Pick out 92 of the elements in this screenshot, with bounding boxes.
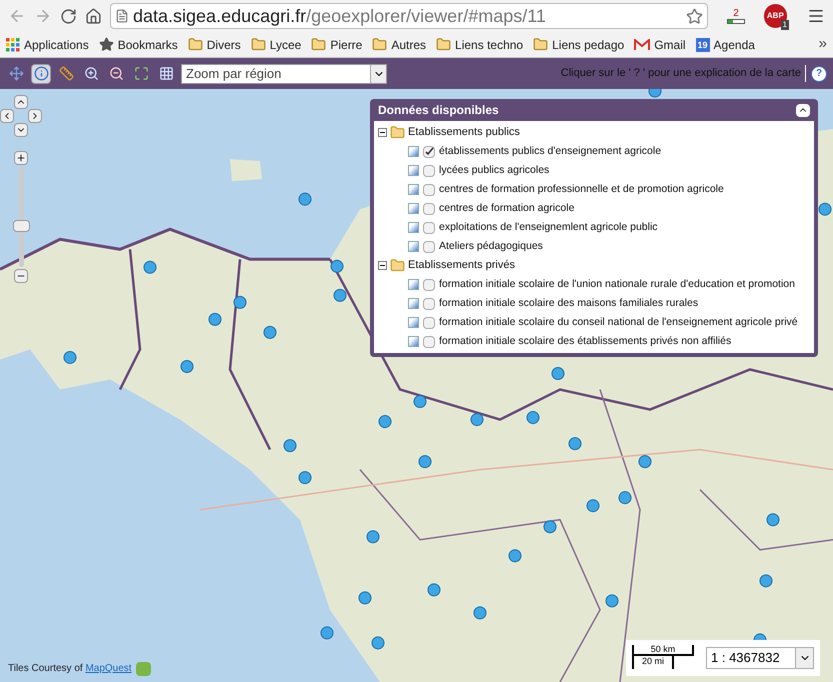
layer-label[interactable]: Ateliers pédagogiques xyxy=(439,238,543,254)
bookmark-item[interactable]: Applications xyxy=(6,36,89,54)
mail-icon xyxy=(634,38,650,50)
zoom-region-select[interactable]: Zoom par région xyxy=(181,64,387,84)
extension-button[interactable]: 2 xyxy=(724,8,748,24)
folder-icon xyxy=(188,37,203,52)
more-bookmarks-button[interactable]: » xyxy=(818,33,827,56)
layer-icon xyxy=(408,241,419,252)
scale-bar-km: 50 km xyxy=(632,645,694,656)
layer-checkbox[interactable] xyxy=(423,164,435,176)
menu-button[interactable] xyxy=(806,7,825,25)
help-hint-text: Cliquer sur le ' ? ' pour une explication de la carte xyxy=(560,65,806,82)
plus-icon xyxy=(16,153,26,163)
pan-icon xyxy=(8,66,24,81)
folder-icon xyxy=(533,37,548,52)
layer-checkbox[interactable] xyxy=(423,298,435,310)
bookmark-item[interactable]: Pierre xyxy=(311,36,362,54)
scale-select[interactable]: 1 : 4367832 xyxy=(706,647,814,669)
url-text: data.sigea.educagri.fr/geoexplorer/viewer/#maps/11 xyxy=(133,4,546,28)
tree-toggle-icon[interactable] xyxy=(378,128,387,137)
collapse-button[interactable] xyxy=(796,104,810,116)
folder-icon xyxy=(372,37,388,52)
full-extent-icon xyxy=(134,66,148,81)
table-icon xyxy=(158,66,174,81)
attribution-text: Tiles Courtesy of MapQuest xyxy=(8,662,132,676)
zoom-out-button[interactable] xyxy=(14,269,28,283)
layer-checkbox[interactable] xyxy=(423,316,435,328)
zoom-out-icon xyxy=(108,66,124,81)
bookmark-item[interactable]: Autres xyxy=(372,36,426,54)
layer-checkbox[interactable] xyxy=(423,222,435,234)
layer-group-label[interactable]: Etablissements publics xyxy=(408,124,520,141)
map-tool-button[interactable] xyxy=(31,64,51,84)
layer-checkbox[interactable] xyxy=(423,278,435,290)
help-button[interactable]: ? xyxy=(811,66,827,82)
pan-left-button[interactable] xyxy=(0,109,14,123)
layer-label[interactable]: centres de formation agricole xyxy=(439,200,574,216)
zoom-in-icon xyxy=(84,66,98,81)
ruler-icon xyxy=(58,66,74,81)
folder-icon xyxy=(250,37,266,52)
layer-checkbox[interactable] xyxy=(423,146,435,158)
tree-toggle-icon[interactable] xyxy=(378,261,387,270)
layer-label[interactable]: formation initiale scolaire du conseil national de l'enseignement agricole privé xyxy=(439,314,798,330)
adblock-button[interactable]: ABP 1 xyxy=(764,4,787,28)
layer-label[interactable]: lycées publics agricoles xyxy=(439,162,550,178)
layer-label[interactable]: exploitations de l'enseignemlent agricole public xyxy=(439,220,658,236)
layer-label[interactable]: formation initiale scolaire des maisons familiales rurales xyxy=(439,296,698,312)
bookmark-item[interactable]: Liens pedago xyxy=(533,36,624,54)
page-icon xyxy=(115,9,129,23)
star-icon xyxy=(98,37,114,52)
panel-title: Données disponibles xyxy=(378,102,499,119)
folder-icon xyxy=(311,37,326,52)
bookmark-item[interactable]: Divers xyxy=(188,36,241,54)
zoom-slider[interactable] xyxy=(12,167,30,267)
pan-right-button[interactable] xyxy=(28,109,42,123)
layer-label[interactable]: centres de formation professionnelle et de promotion agricole xyxy=(439,182,724,198)
bookmark-item[interactable]: Lycee xyxy=(250,36,302,54)
scale-bar-mi: 20 mi xyxy=(632,656,674,669)
layer-icon xyxy=(408,165,419,176)
layer-checkbox[interactable] xyxy=(423,240,435,252)
bookmark-item[interactable]: 19 Agenda xyxy=(696,36,755,54)
pan-up-button[interactable] xyxy=(14,95,28,109)
layer-icon xyxy=(408,336,419,347)
folder-icon xyxy=(390,258,405,273)
folder-icon xyxy=(436,37,452,52)
zoom-in-button[interactable] xyxy=(14,151,28,165)
layer-icon xyxy=(408,222,419,233)
bookmark-star-icon[interactable] xyxy=(686,8,704,24)
layer-group-label[interactable]: Etablissements privés xyxy=(408,257,515,274)
bookmark-item[interactable]: Gmail xyxy=(634,36,686,54)
calendar-icon: 19 xyxy=(696,38,710,52)
layer-checkbox[interactable] xyxy=(423,336,435,348)
layer-icon xyxy=(408,184,419,195)
layer-icon xyxy=(408,298,419,309)
layer-icon xyxy=(408,203,419,214)
layer-icon xyxy=(408,146,419,157)
info-icon xyxy=(34,66,48,81)
pan-down-button[interactable] xyxy=(14,123,28,137)
bookmark-item[interactable]: Bookmarks xyxy=(98,36,178,54)
home-button[interactable] xyxy=(85,8,102,24)
bookmark-item[interactable]: Liens techno xyxy=(436,36,524,54)
reload-button[interactable] xyxy=(60,8,77,24)
address-bar[interactable]: data.sigea.educagri.fr/geoexplorer/viewer/#maps/11 xyxy=(110,3,708,29)
mapquest-link[interactable]: MapQuest xyxy=(85,663,132,674)
layer-checkbox[interactable] xyxy=(423,184,435,196)
layer-label[interactable]: formation initiale scolaire de l'union nationale rurale d'education et promotion xyxy=(439,276,795,292)
layer-icon xyxy=(408,279,419,290)
layer-icon xyxy=(408,317,419,328)
layer-label[interactable]: établissements publics d'enseignement agricole xyxy=(439,144,662,160)
layer-label[interactable]: formation initiale scolaire des établissements privés non affiliés xyxy=(439,334,732,350)
apps-icon xyxy=(6,38,20,52)
folder-icon xyxy=(390,125,405,140)
layer-checkbox[interactable] xyxy=(423,202,435,214)
